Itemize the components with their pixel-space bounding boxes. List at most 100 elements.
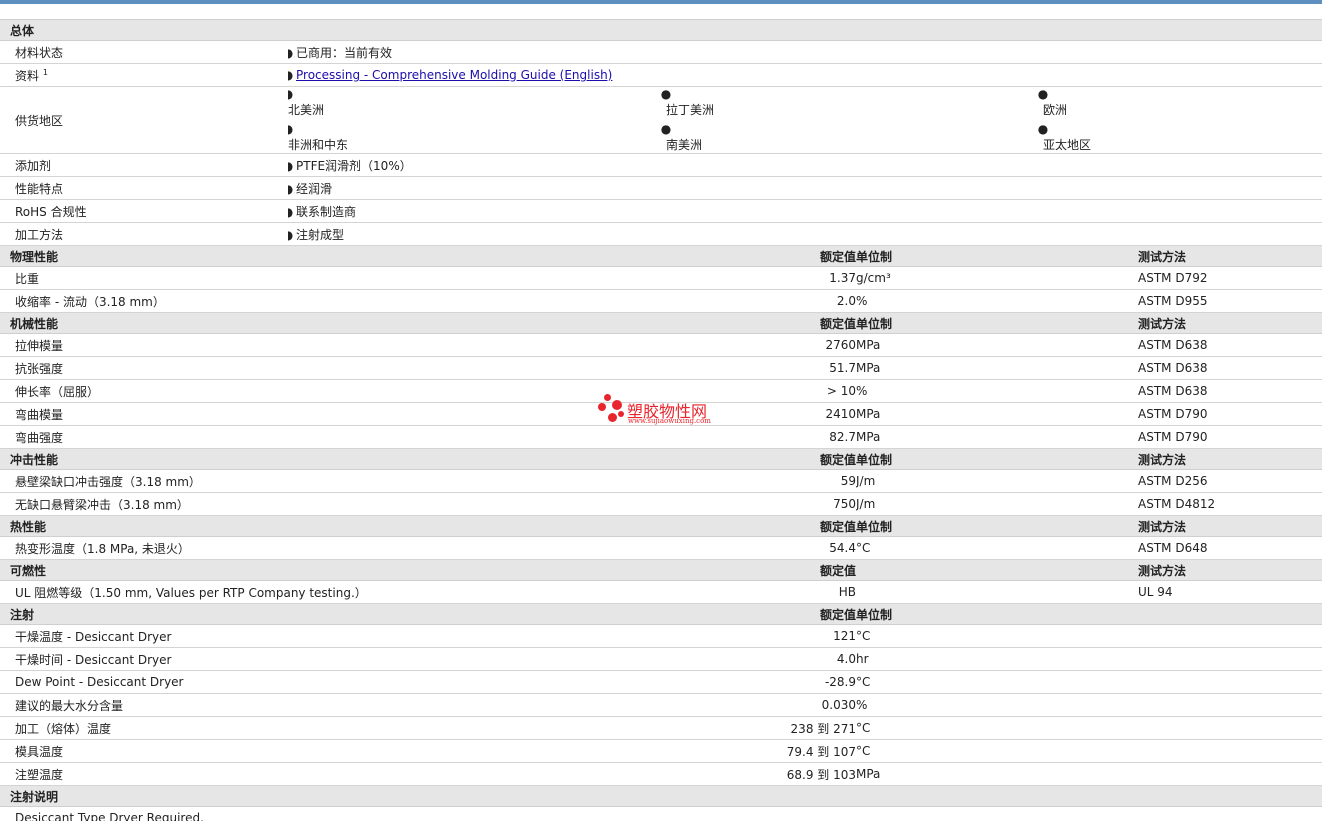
- area-name: 北美洲: [288, 103, 325, 117]
- section-injection: 注射 额定值 单位制: [0, 603, 1322, 625]
- property-method: ASTM D638: [1138, 333, 1322, 357]
- section-title: 物理性能: [0, 245, 666, 267]
- property-row: 抗张强度 51.7 MPa ASTM D638: [0, 356, 1322, 380]
- area-item: ● 亚太地区: [1038, 122, 1303, 153]
- bullet-icon: ●: [288, 228, 296, 242]
- property-row: 建议的最大水分含量 0.030%: [0, 693, 1322, 717]
- property-value: 238 到 271: [666, 716, 856, 740]
- property-row: 加工（熔体）温度 238 到 271 °C: [0, 716, 1322, 740]
- notes-text: Desiccant Type Dryer Required.: [0, 806, 1322, 821]
- row-value: ●注射成型: [288, 222, 1322, 246]
- property-row: 收缩率 - 流动（3.18 mm） 2.0% ASTM D955: [0, 289, 1322, 313]
- property-value: 1.37: [666, 266, 856, 290]
- property-name: 收缩率 - 流动（3.18 mm）: [0, 289, 666, 313]
- property-name: 拉伸模量: [0, 333, 666, 357]
- property-row: Dew Point - Desiccant Dryer -28.9 °C: [0, 670, 1322, 694]
- row-value: ●已商用：当前有效: [288, 40, 1322, 64]
- property-unit: J/m: [856, 469, 1138, 493]
- value-text: PTFE润滑剂（10%）: [296, 158, 412, 173]
- property-unit: MPa: [856, 333, 1138, 357]
- row-label: 加工方法: [0, 222, 288, 246]
- area-name: 欧洲: [1043, 103, 1068, 117]
- property-method: ASTM D648: [1138, 536, 1322, 560]
- property-unit: J/m: [856, 492, 1138, 516]
- section-flammability: 可燃性 额定值 测试方法: [0, 559, 1322, 581]
- area-name: 南美洲: [666, 138, 703, 152]
- row-label-text: RoHS 合规性: [15, 204, 87, 219]
- header-rated: 额定值: [666, 515, 856, 537]
- property-name: 建议的最大水分含量: [0, 693, 666, 717]
- area-item: ● 非洲和中东: [288, 122, 666, 153]
- property-method: ASTM D792: [1138, 266, 1322, 290]
- row-label-text: 材料状态: [15, 45, 64, 60]
- section-mechanical: 机械性能 额定值 单位制 测试方法: [0, 312, 1322, 334]
- property-name: 模具温度: [0, 739, 666, 763]
- supply-areas: ● 北美洲 ● 拉丁美洲 ● 欧洲 ● 非洲和中东 ● 南美洲 ● 亚太地区: [288, 87, 1322, 153]
- property-row: 弯曲强度 82.7 MPa ASTM D790: [0, 425, 1322, 449]
- section-title: 机械性能: [0, 312, 666, 334]
- property-row: UL 阻燃等级（1.50 mm, Values per RTP Company …: [0, 580, 1322, 604]
- header-unit: 单位制: [856, 312, 1138, 334]
- section-impact: 冲击性能 额定值 单位制 测试方法: [0, 448, 1322, 470]
- header-method: [1138, 603, 1322, 625]
- value-text: 联系制造商: [296, 204, 357, 219]
- property-unit: °C: [856, 624, 1138, 648]
- property-name: 干燥温度 - Desiccant Dryer: [0, 624, 666, 648]
- property-value: 82.7: [666, 425, 856, 449]
- property-method: [1138, 647, 1322, 671]
- property-unit: MPa: [856, 402, 1138, 426]
- property-row: 悬壁梁缺口冲击强度（3.18 mm） 59 J/m ASTM D256: [0, 469, 1322, 493]
- area-name: 拉丁美洲: [666, 103, 715, 117]
- property-method: [1138, 624, 1322, 648]
- row-label-text: 资料: [15, 68, 40, 83]
- header-unit: 单位制: [856, 603, 1138, 625]
- property-unit: °C: [856, 670, 1138, 694]
- bullet-icon: ●: [660, 122, 672, 136]
- bullet-icon: ●: [288, 182, 296, 196]
- area-item: ● 南美洲: [661, 122, 1043, 153]
- area-name: 亚太地区: [1043, 138, 1092, 152]
- row-label: 材料状态: [0, 40, 288, 64]
- section-injection-notes: 注射说明: [0, 785, 1322, 807]
- property-method: [1138, 693, 1322, 717]
- property-row: 干燥温度 - Desiccant Dryer 121 °C: [0, 624, 1322, 648]
- property-value: 4.0: [666, 647, 856, 671]
- property-unit: [856, 580, 1138, 604]
- section-title: 注射: [0, 603, 666, 625]
- property-name: UL 阻燃等级（1.50 mm, Values per RTP Company …: [0, 580, 666, 604]
- property-row: 无缺口悬臂梁冲击（3.18 mm） 750 J/m ASTM D4812: [0, 492, 1322, 516]
- property-method: ASTM D4812: [1138, 492, 1322, 516]
- property-row: 干燥时间 - Desiccant Dryer 4.0 hr: [0, 647, 1322, 671]
- row-label: RoHS 合规性: [0, 199, 288, 223]
- property-value: 79.4 到 107: [666, 739, 856, 763]
- property-name: 干燥时间 - Desiccant Dryer: [0, 647, 666, 671]
- property-value: 54.4: [666, 536, 856, 560]
- top-gap: [0, 4, 1322, 19]
- property-name: 弯曲强度: [0, 425, 666, 449]
- property-row: 注塑温度 68.9 到 103 MPa: [0, 762, 1322, 786]
- bullet-icon: ●: [288, 68, 296, 82]
- property-value: 121: [666, 624, 856, 648]
- header-rated: 额定值: [666, 245, 856, 267]
- section-thermal: 热性能 额定值 单位制 测试方法: [0, 515, 1322, 537]
- section-physical: 物理性能 额定值 单位制 测试方法: [0, 245, 1322, 267]
- document-link[interactable]: Processing - Comprehensive Molding Guide…: [296, 68, 612, 82]
- general-row: 资料 1●Processing - Comprehensive Molding …: [0, 63, 1322, 87]
- area-item: ● 拉丁美洲: [661, 87, 1043, 118]
- property-row: 热变形温度（1.8 MPa, 未退火） 54.4 °C ASTM D648: [0, 536, 1322, 560]
- property-name: 加工（熔体）温度: [0, 716, 666, 740]
- bullet-icon: ●: [288, 87, 296, 101]
- property-unit: %: [856, 693, 1138, 717]
- property-method: [1138, 739, 1322, 763]
- row-label-text: 添加剂: [15, 158, 52, 173]
- property-unit: °C: [856, 739, 1138, 763]
- watermark-logo: 塑胶物性网 www.sujiaowuxing.com: [598, 394, 738, 428]
- property-row: 拉伸模量 2760 MPa ASTM D638: [0, 333, 1322, 357]
- property-value: 68.9 到 103: [666, 762, 856, 786]
- notes-row: Desiccant Type Dryer Required.: [0, 806, 1322, 821]
- property-unit: °C: [856, 716, 1138, 740]
- header-rated: 额定值: [666, 312, 856, 334]
- value-text: 经润滑: [296, 181, 333, 196]
- header-rated: 额定值: [666, 603, 856, 625]
- property-row: 模具温度 79.4 到 107 °C: [0, 739, 1322, 763]
